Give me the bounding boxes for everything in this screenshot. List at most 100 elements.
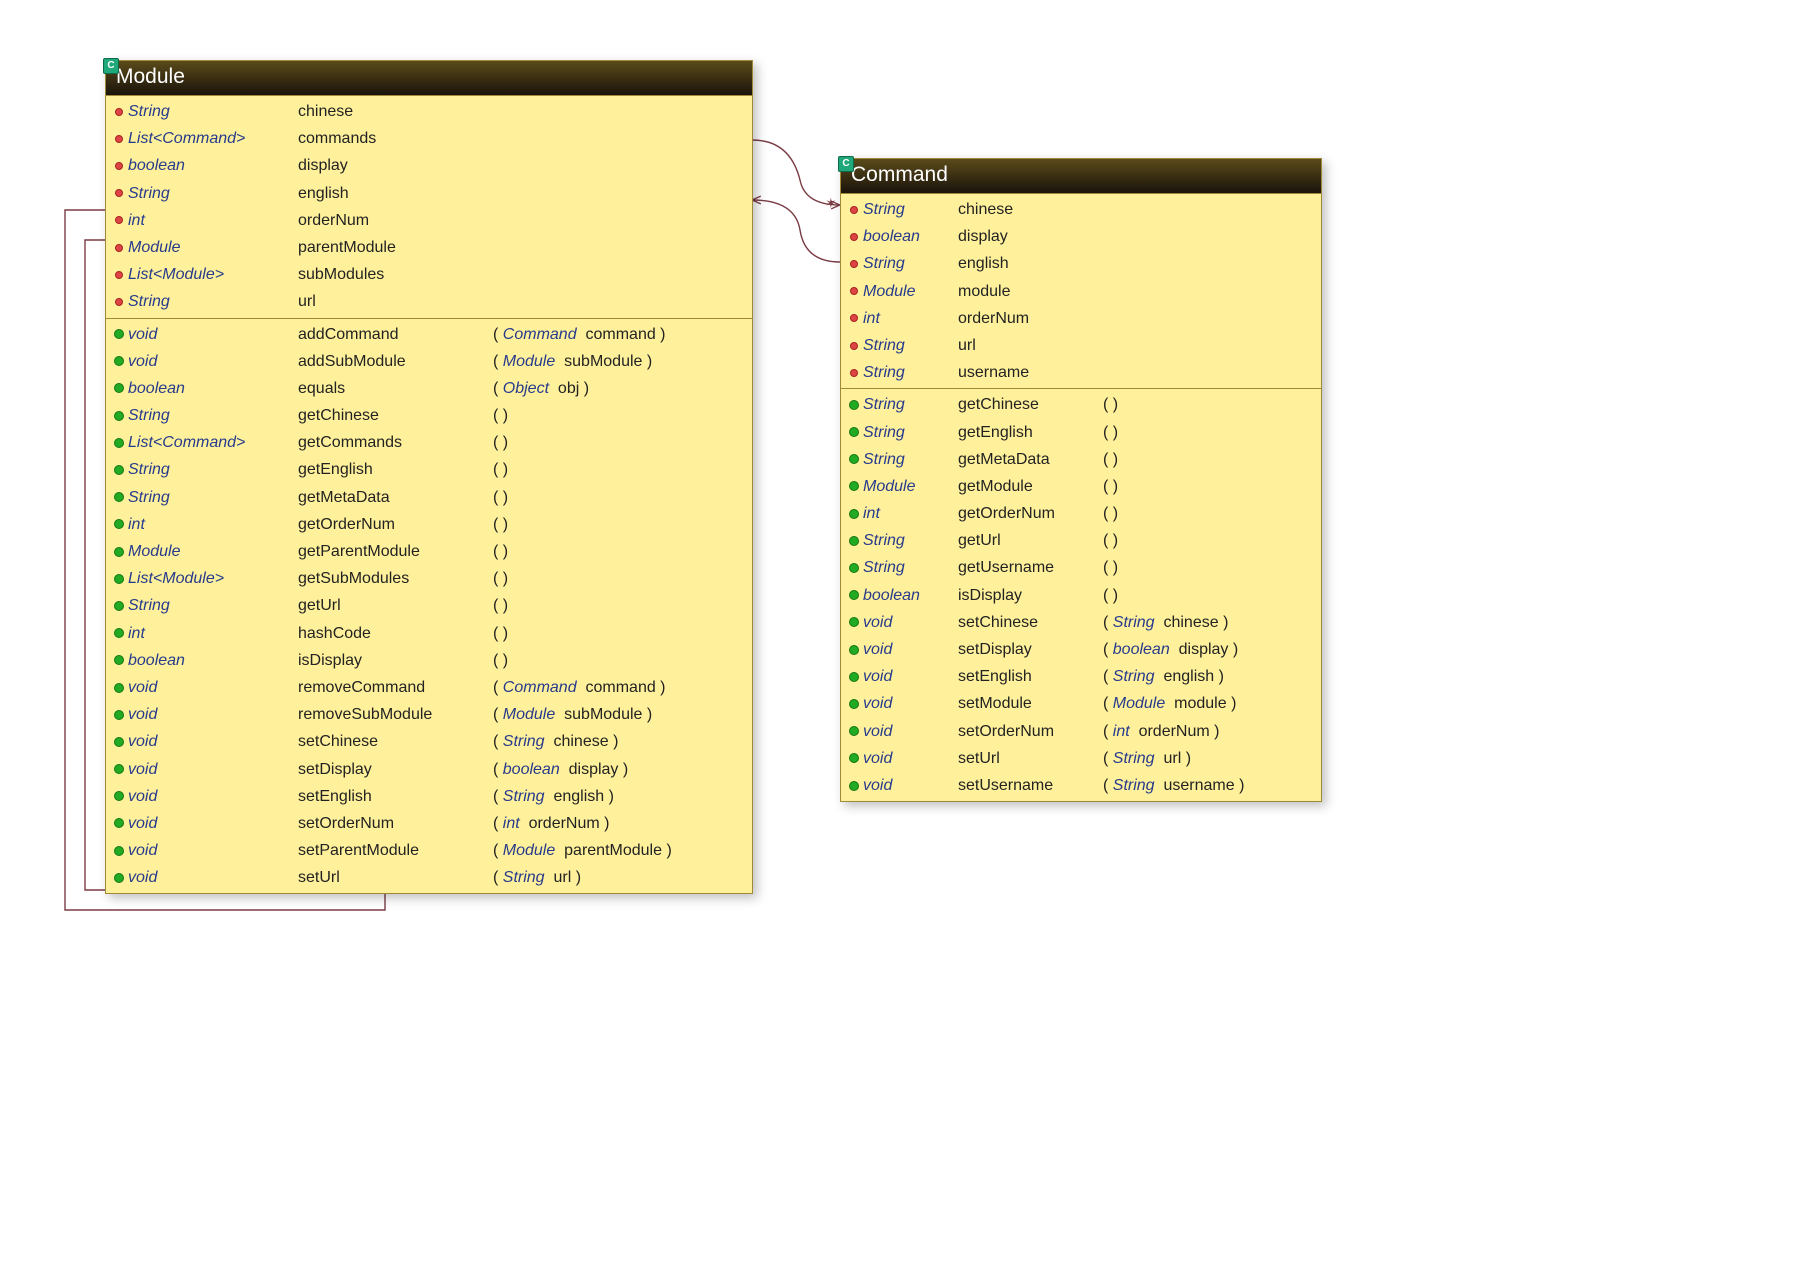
- return-type: void: [128, 701, 298, 728]
- method-row[interactable]: booleanisDisplay( ): [106, 647, 752, 674]
- attr-type: List<Module>: [128, 261, 298, 288]
- method-row[interactable]: voidsetEnglish( String english ): [106, 783, 752, 810]
- attribute-row[interactable]: ModuleparentModule: [106, 234, 752, 261]
- params: ( ): [1103, 419, 1118, 446]
- visibility-icon: [845, 481, 863, 491]
- class-module[interactable]: C Module StringchineseList<Command>comma…: [105, 60, 753, 894]
- method-row[interactable]: voidsetDisplay( boolean display ): [106, 756, 752, 783]
- method-row[interactable]: ModulegetModule( ): [841, 473, 1321, 500]
- param-name: username: [1163, 777, 1234, 794]
- return-type: void: [863, 718, 958, 745]
- return-type: String: [128, 456, 298, 483]
- attribute-row[interactable]: Stringenglish: [841, 250, 1321, 277]
- return-type: String: [128, 592, 298, 619]
- params: ( Command command ): [493, 674, 666, 701]
- param-type: String: [1113, 668, 1155, 685]
- method-row[interactable]: voidsetModule( Module module ): [841, 690, 1321, 717]
- attribute-row[interactable]: Stringusername: [841, 359, 1321, 386]
- method-row[interactable]: StringgetEnglish( ): [841, 419, 1321, 446]
- params: ( Command command ): [493, 321, 666, 348]
- method-row[interactable]: voidaddCommand( Command command ): [106, 321, 752, 348]
- method-row[interactable]: voidsetUrl( String url ): [841, 745, 1321, 772]
- attr-name: orderNum: [958, 305, 1029, 332]
- return-type: List<Module>: [128, 565, 298, 592]
- attribute-row[interactable]: booleandisplay: [106, 152, 752, 179]
- attribute-row[interactable]: Stringchinese: [841, 196, 1321, 223]
- method-name: getCommands: [298, 429, 493, 456]
- visibility-icon: [845, 753, 863, 763]
- method-row[interactable]: booleanisDisplay( ): [841, 582, 1321, 609]
- method-name: setEnglish: [298, 783, 493, 810]
- visibility-icon: [845, 699, 863, 709]
- param-name: display: [569, 761, 619, 778]
- method-row[interactable]: voidsetOrderNum( int orderNum ): [106, 810, 752, 837]
- method-name: getChinese: [298, 402, 493, 429]
- attribute-row[interactable]: Stringenglish: [106, 180, 752, 207]
- method-row[interactable]: voidsetOrderNum( int orderNum ): [841, 718, 1321, 745]
- attribute-row[interactable]: Stringurl: [841, 332, 1321, 359]
- param-name: english: [1163, 668, 1214, 685]
- method-name: equals: [298, 375, 493, 402]
- param-type: Command: [503, 326, 577, 343]
- attribute-row[interactable]: intorderNum: [841, 305, 1321, 332]
- attribute-row[interactable]: booleandisplay: [841, 223, 1321, 250]
- params: ( boolean display ): [493, 756, 628, 783]
- visibility-icon: [110, 683, 128, 693]
- param-type: String: [1113, 614, 1155, 631]
- method-row[interactable]: voidremoveSubModule( Module subModule ): [106, 701, 752, 728]
- method-name: setDisplay: [958, 636, 1103, 663]
- method-row[interactable]: intgetOrderNum( ): [841, 500, 1321, 527]
- param-name: subModule: [564, 706, 642, 723]
- method-row[interactable]: voidsetEnglish( String english ): [841, 663, 1321, 690]
- attribute-row[interactable]: Stringchinese: [106, 98, 752, 125]
- method-row[interactable]: StringgetChinese( ): [841, 391, 1321, 418]
- attribute-row[interactable]: Stringurl: [106, 288, 752, 315]
- visibility-icon: [110, 244, 128, 252]
- method-row[interactable]: StringgetChinese( ): [106, 402, 752, 429]
- method-row[interactable]: booleanequals( Object obj ): [106, 375, 752, 402]
- method-name: setUrl: [298, 864, 493, 891]
- method-row[interactable]: StringgetEnglish( ): [106, 456, 752, 483]
- params: ( ): [1103, 446, 1118, 473]
- method-row[interactable]: StringgetUrl( ): [841, 527, 1321, 554]
- attr-name: display: [298, 152, 348, 179]
- method-row[interactable]: inthashCode( ): [106, 620, 752, 647]
- method-row[interactable]: voidaddSubModule( Module subModule ): [106, 348, 752, 375]
- attr-type: String: [863, 250, 958, 277]
- attribute-row[interactable]: intorderNum: [106, 207, 752, 234]
- params: ( String english ): [1103, 663, 1224, 690]
- return-type: int: [128, 620, 298, 647]
- visibility-icon: [110, 737, 128, 747]
- method-row[interactable]: StringgetUrl( ): [106, 592, 752, 619]
- visibility-icon: [110, 438, 128, 448]
- attribute-row[interactable]: Modulemodule: [841, 278, 1321, 305]
- return-type: String: [863, 554, 958, 581]
- visibility-icon: [845, 781, 863, 791]
- method-row[interactable]: voidsetUrl( String url ): [106, 864, 752, 891]
- param-type: Object: [503, 380, 549, 397]
- method-row[interactable]: voidsetParentModule( Module parentModule…: [106, 837, 752, 864]
- method-row[interactable]: voidsetChinese( String chinese ): [106, 728, 752, 755]
- method-row[interactable]: voidsetChinese( String chinese ): [841, 609, 1321, 636]
- method-row[interactable]: StringgetMetaData( ): [841, 446, 1321, 473]
- params: ( String english ): [493, 783, 614, 810]
- return-type: boolean: [128, 647, 298, 674]
- method-row[interactable]: voidsetUsername( String username ): [841, 772, 1321, 799]
- method-row[interactable]: ModulegetParentModule( ): [106, 538, 752, 565]
- attribute-row[interactable]: List<Module>subModules: [106, 261, 752, 288]
- method-row[interactable]: List<Module>getSubModules( ): [106, 565, 752, 592]
- method-row[interactable]: StringgetUsername( ): [841, 554, 1321, 581]
- params: ( ): [493, 538, 508, 565]
- method-row[interactable]: intgetOrderNum( ): [106, 511, 752, 538]
- method-name: getChinese: [958, 391, 1103, 418]
- attribute-row[interactable]: List<Command>commands: [106, 125, 752, 152]
- method-row[interactable]: voidremoveCommand( Command command ): [106, 674, 752, 701]
- method-name: getUrl: [298, 592, 493, 619]
- method-name: getMetaData: [298, 484, 493, 511]
- method-row[interactable]: voidsetDisplay( boolean display ): [841, 636, 1321, 663]
- attr-name: commands: [298, 125, 376, 152]
- method-row[interactable]: StringgetMetaData( ): [106, 484, 752, 511]
- method-name: removeSubModule: [298, 701, 493, 728]
- method-row[interactable]: List<Command>getCommands( ): [106, 429, 752, 456]
- class-command[interactable]: C Command StringchinesebooleandisplayStr…: [840, 158, 1322, 802]
